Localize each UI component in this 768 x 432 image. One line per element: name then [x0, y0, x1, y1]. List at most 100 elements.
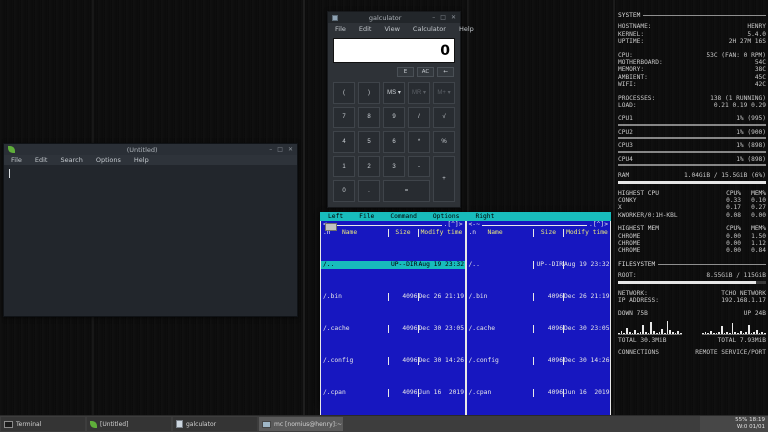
conky-temp-row: MOTHERBOARD: 54C: [618, 59, 766, 67]
highest-mem-header: HIGHEST MEM CPU% MEM%: [618, 225, 766, 233]
graph-bar: [642, 324, 645, 334]
calc-key[interactable]: +: [433, 155, 455, 202]
taskbar-window-button[interactable]: galculator: [173, 417, 257, 431]
file-row[interactable]: /.bin 4096 Dec 26 21:19: [467, 293, 611, 301]
file-row[interactable]: /.config 4096 Dec 30 14:26: [321, 357, 465, 365]
file-row[interactable]: /.cache 4096 Dec 30 23:05: [321, 325, 465, 333]
conky-temp-row: AMBIENT: 45C: [618, 73, 766, 81]
menu-item[interactable]: File: [11, 156, 22, 164]
calc-key[interactable]: √: [433, 106, 455, 129]
calc-key[interactable]: MR ▾: [408, 82, 430, 104]
menu-item[interactable]: Edit: [35, 156, 48, 164]
cpu-usage-bar: [618, 150, 766, 153]
mc-menu-item[interactable]: File: [359, 213, 374, 221]
cpu-usage-bar: [618, 137, 766, 140]
download-graph: [618, 320, 682, 335]
calc-key[interactable]: 9: [383, 106, 405, 129]
calc-key[interactable]: =: [383, 180, 430, 202]
calc-key[interactable]: 7: [333, 106, 355, 129]
highest-cpu-row: X 0.17 0.27: [618, 204, 766, 212]
calc-function-button[interactable]: AC: [417, 67, 434, 77]
graph-bar: [631, 332, 634, 334]
taskbar-app-icon: [262, 420, 271, 428]
menu-item[interactable]: Options: [96, 156, 121, 164]
graph-bar: [680, 332, 682, 334]
mc-menu-item[interactable]: Options: [433, 213, 460, 221]
graph-bar: [620, 330, 623, 334]
minimize-button[interactable]: –: [432, 14, 435, 21]
leafpad-app-icon: [8, 146, 15, 153]
graph-bar: [623, 332, 626, 334]
calc-key[interactable]: 3: [383, 155, 405, 178]
taskbar-window-button[interactable]: Terminal: [1, 417, 85, 431]
calc-key[interactable]: 1: [333, 155, 355, 178]
calc-key[interactable]: 4: [333, 131, 355, 153]
graph-bar: [710, 330, 712, 334]
calc-key[interactable]: %: [433, 131, 455, 153]
file-row[interactable]: /.cache 4096 Dec 30 23:05: [467, 325, 611, 333]
close-button[interactable]: ✕: [288, 146, 293, 153]
menu-item[interactable]: File: [335, 25, 346, 33]
maximize-button[interactable]: □: [277, 146, 283, 153]
menu-item[interactable]: Help: [459, 25, 474, 33]
taskbar-window-button[interactable]: [Untitled]: [87, 417, 171, 431]
panel-scroll-marker[interactable]: .[^]>: [444, 221, 463, 229]
maximize-button[interactable]: □: [440, 14, 446, 21]
close-button[interactable]: ✕: [451, 14, 456, 21]
calc-key[interactable]: (: [333, 82, 355, 104]
calc-key[interactable]: 0: [333, 180, 355, 202]
taskbar-app-icon: [4, 420, 13, 428]
menu-item[interactable]: View: [384, 25, 399, 33]
calculator-titlebar[interactable]: galculator – □ ✕: [328, 12, 460, 23]
editor-text-area[interactable]: [4, 166, 297, 316]
mc-menu-item[interactable]: Command: [390, 213, 417, 221]
file-row[interactable]: /.cpan 4096 Jun 16 2019: [321, 389, 465, 397]
file-row[interactable]: /.config 4096 Dec 30 14:26: [467, 357, 611, 365]
file-row[interactable]: /.cpan 4096 Jun 16 2019: [467, 389, 611, 397]
mc-menu-item[interactable]: Left: [328, 213, 343, 221]
menu-item[interactable]: Calculator: [413, 25, 446, 33]
panel-column-headers: .n Name Size Modify time: [321, 229, 465, 237]
conky-network-row: NETWORK: TCHO NETWORK: [618, 289, 766, 297]
graph-bar: [661, 328, 663, 334]
calc-key[interactable]: -: [408, 155, 430, 178]
graph-bar: [764, 332, 766, 334]
file-row[interactable]: /.bin 4096 Dec 26 21:19: [321, 293, 465, 301]
file-row[interactable]: /.. UP--DIR Aug 19 23:32: [321, 261, 465, 269]
menu-item[interactable]: Help: [134, 156, 149, 164]
graph-bar: [653, 330, 655, 334]
taskbar-window-button[interactable]: mc [nomius@henry]:~: [259, 417, 343, 431]
mc-left-panel: <- ~ .[^]> .n Name Size Modify time /.. …: [320, 221, 466, 432]
calculator-display: 0: [333, 38, 455, 63]
panel-scroll-marker[interactable]: .[^]>: [589, 221, 608, 229]
menu-item[interactable]: Edit: [359, 25, 372, 33]
calc-key[interactable]: 8: [358, 106, 380, 129]
calc-function-button[interactable]: ←: [437, 67, 454, 77]
calc-key[interactable]: 6: [383, 131, 405, 153]
calc-key[interactable]: .: [358, 180, 380, 202]
conky-section-system: SYSTEM: [618, 12, 766, 19]
file-manager-window: Left File Command Options Right <- ~ .[^…: [320, 212, 611, 432]
calc-key[interactable]: 5: [358, 131, 380, 153]
calc-key[interactable]: MS ▾: [383, 82, 405, 104]
menu-item[interactable]: Search: [60, 156, 82, 164]
highest-mem-row: CHROME 0.00 0.84: [618, 247, 766, 255]
calc-key[interactable]: /: [408, 106, 430, 129]
conky-ram-row: RAM 1.04GiB / 15.5GiB (6%): [618, 172, 766, 180]
panel-left-marker[interactable]: <-: [469, 221, 477, 229]
download-total: TOTAL 30.3MiB: [618, 336, 667, 344]
editor-titlebar[interactable]: (Untitled) – □ ✕: [4, 144, 297, 155]
calc-function-button[interactable]: E: [397, 67, 414, 77]
graph-bar: [729, 332, 731, 334]
minimize-button[interactable]: –: [269, 146, 272, 153]
cpu-usage-bar: [618, 164, 766, 167]
graph-bar: [650, 321, 653, 334]
conky-root-row: ROOT: 8.55GiB / 115GiB: [618, 272, 766, 280]
graph-bar: [720, 325, 723, 334]
calc-key[interactable]: *: [408, 131, 430, 153]
file-row[interactable]: /.. UP--DIR Aug 19 23:32: [467, 261, 611, 269]
calc-key[interactable]: 2: [358, 155, 380, 178]
calc-key[interactable]: ): [358, 82, 380, 104]
mc-menu-item[interactable]: Right: [475, 213, 494, 221]
calc-key[interactable]: M+ ▾: [433, 82, 455, 104]
